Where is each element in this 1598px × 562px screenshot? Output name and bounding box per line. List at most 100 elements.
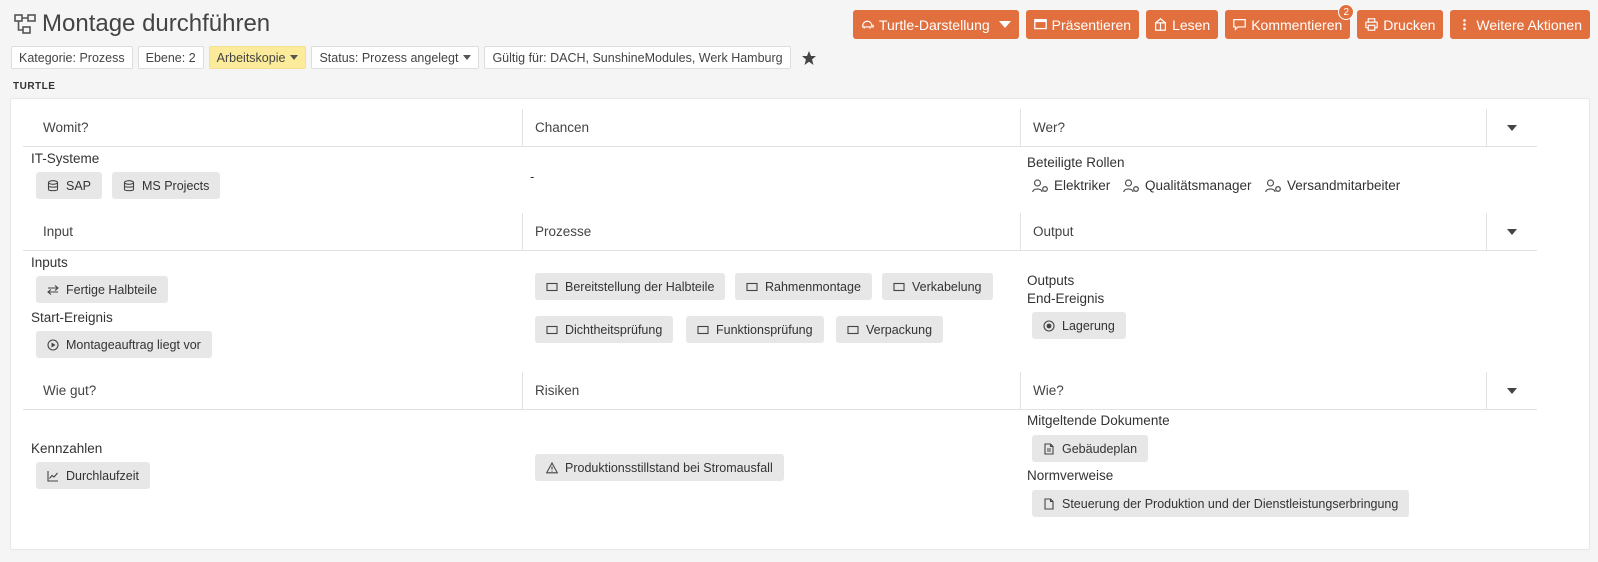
- process-box-icon: [546, 282, 558, 291]
- process-label: Rahmenmontage: [765, 279, 861, 294]
- read-label: Lesen: [1172, 16, 1211, 33]
- header-prozesse: Prozesse: [523, 213, 1021, 250]
- input-chip[interactable]: Fertige Halbteile: [36, 276, 169, 303]
- header-input: Input: [23, 213, 523, 250]
- favorite-star-icon[interactable]: [801, 50, 817, 66]
- chevron-down-icon: [998, 21, 1011, 28]
- working-copy-label: Arbeitskopie: [216, 50, 286, 65]
- header-wie: Wie?: [1021, 372, 1487, 409]
- more-vertical-icon: [1463, 19, 1467, 30]
- chevron-down-icon: [463, 55, 472, 60]
- status-label: Status: Prozess angelegt: [319, 50, 459, 65]
- working-copy-dropdown[interactable]: Arbeitskopie: [208, 46, 307, 69]
- kpi-chip[interactable]: Durchlaufzeit: [36, 462, 150, 489]
- document-chip[interactable]: Gebäudeplan: [1032, 435, 1149, 462]
- user-gear-icon: [1032, 178, 1048, 192]
- caret-down-icon: [1507, 124, 1517, 131]
- it-system-label: SAP: [66, 178, 92, 193]
- header-wie-gut: Wie gut?: [23, 372, 523, 409]
- it-system-chip[interactable]: MS Projects: [112, 172, 221, 199]
- read-icon: [1155, 18, 1167, 31]
- turtle-panel: Womit? Chancen Wer? IT-Systeme SAP MS Pr…: [10, 98, 1590, 550]
- it-system-label: MS Projects: [142, 178, 210, 193]
- process-label: Dichtheitsprüfung: [565, 322, 663, 337]
- turtle-view-label: Turtle-Darstellung: [878, 16, 990, 33]
- turtle-row-header: Input Prozesse Output: [23, 213, 1537, 251]
- read-button[interactable]: Lesen: [1146, 10, 1219, 39]
- it-system-chip[interactable]: SAP: [36, 172, 103, 199]
- header-output: Output: [1021, 213, 1487, 250]
- end-event-text: Lagerung: [1062, 318, 1115, 333]
- row-collapse-toggle[interactable]: [1487, 109, 1537, 146]
- comment-button[interactable]: Kommentieren 2: [1225, 4, 1355, 39]
- roles-label: Beteiligte Rollen: [1027, 155, 1125, 170]
- page-title: Montage durchführen: [42, 10, 271, 37]
- row-collapse-toggle[interactable]: [1487, 372, 1537, 409]
- role-item[interactable]: Versandmitarbeiter: [1265, 178, 1400, 193]
- inputs-label: Inputs: [31, 255, 68, 270]
- process-label: Funktionsprüfung: [716, 322, 813, 337]
- process-label: Verkabelung: [912, 279, 982, 294]
- process-label: Verpackung: [866, 322, 933, 337]
- risk-text: Produktionsstillstand bei Stromausfall: [565, 460, 773, 475]
- header-wer: Wer?: [1021, 109, 1487, 146]
- process-box-icon: [697, 325, 709, 334]
- user-gear-icon: [1123, 178, 1139, 192]
- kpi-text: Durchlaufzeit: [66, 468, 139, 483]
- comment-label: Kommentieren: [1251, 16, 1343, 33]
- role-item[interactable]: Elektriker: [1032, 178, 1110, 193]
- comment-icon: [1233, 19, 1247, 31]
- turtle-view-button[interactable]: Turtle-Darstellung: [852, 10, 1019, 39]
- present-label: Präsentieren: [1051, 16, 1132, 33]
- process-chip[interactable]: Verpackung: [836, 316, 944, 343]
- norm-text: Steuerung der Produktion und der Dienstl…: [1062, 496, 1399, 511]
- it-systems-label: IT-Systeme: [31, 151, 100, 166]
- role-label: Versandmitarbeiter: [1287, 178, 1401, 193]
- database-icon: [47, 179, 59, 191]
- print-button[interactable]: Drucken: [1357, 10, 1444, 39]
- user-gear-icon: [1265, 178, 1281, 192]
- turtle-row-header: Womit? Chancen Wer?: [23, 109, 1537, 147]
- more-actions-button[interactable]: Weitere Aktionen: [1450, 10, 1590, 39]
- norm-chip[interactable]: Steuerung der Produktion und der Dienstl…: [1032, 490, 1410, 517]
- category-tag: Kategorie: Prozess: [11, 46, 133, 69]
- comment-count-badge: 2: [1338, 4, 1355, 20]
- warning-triangle-icon: [546, 461, 558, 473]
- section-label: TURTLE: [13, 81, 56, 92]
- row-collapse-toggle[interactable]: [1487, 213, 1537, 250]
- process-chip[interactable]: Funktionsprüfung: [686, 316, 824, 343]
- present-button[interactable]: Präsentieren: [1025, 10, 1140, 39]
- turtle-icon: [861, 20, 874, 29]
- page-header: Montage durchführen: [14, 10, 270, 38]
- document-icon: [1044, 442, 1054, 455]
- line-chart-icon: [47, 470, 58, 482]
- process-chip[interactable]: Bereitstellung der Halbteile: [535, 273, 726, 300]
- risk-chip[interactable]: Produktionsstillstand bei Stromausfall: [535, 454, 784, 481]
- play-circle-icon: [47, 338, 59, 351]
- document-icon: [1044, 497, 1054, 510]
- end-event-chip[interactable]: Lagerung: [1032, 312, 1126, 339]
- database-icon: [123, 179, 135, 191]
- level-tag: Ebene: 2: [137, 46, 204, 69]
- process-chip[interactable]: Rahmenmontage: [735, 273, 872, 300]
- document-text: Gebäudeplan: [1062, 441, 1138, 456]
- header-chancen: Chancen: [523, 109, 1021, 146]
- start-event-chip[interactable]: Montageauftrag liegt vor: [36, 331, 212, 358]
- header-womit: Womit?: [23, 109, 523, 146]
- start-event-label: Start-Ereignis: [31, 310, 113, 325]
- turtle-row-header: Wie gut? Risiken Wie?: [23, 372, 1537, 410]
- chancen-empty: -: [530, 169, 535, 184]
- norms-label: Normverweise: [1027, 468, 1114, 483]
- process-chip[interactable]: Dichtheitsprüfung: [535, 316, 674, 343]
- status-dropdown[interactable]: Status: Prozess angelegt: [311, 46, 480, 69]
- process-tree-icon: [14, 14, 36, 34]
- role-label: Elektriker: [1054, 178, 1111, 193]
- role-item[interactable]: Qualitätsmanager: [1123, 178, 1252, 193]
- process-chip[interactable]: Verkabelung: [882, 273, 993, 300]
- chevron-down-icon: [290, 55, 299, 60]
- validity-tag: Gültig für: DACH, SunshineModules, Werk …: [484, 46, 791, 69]
- documents-label: Mitgeltende Dokumente: [1027, 413, 1170, 428]
- outputs-label: Outputs: [1027, 273, 1075, 288]
- process-box-icon: [546, 325, 558, 334]
- swap-arrows-icon: [47, 284, 59, 295]
